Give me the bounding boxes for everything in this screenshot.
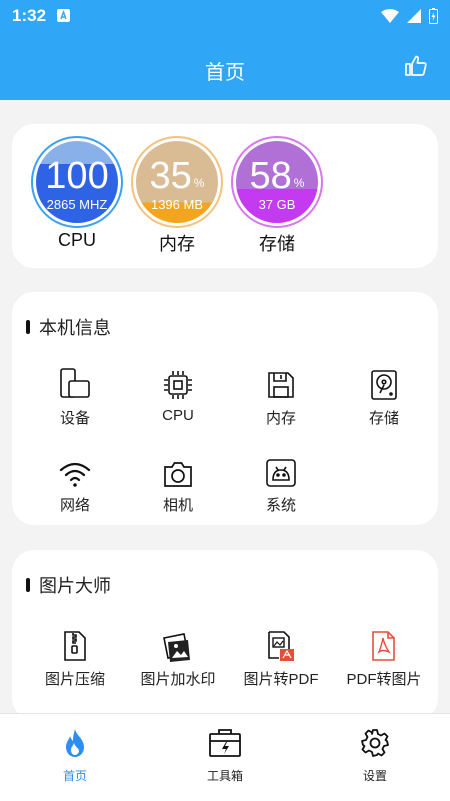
image-to-pdf-label: 图片转PDF xyxy=(243,671,319,688)
status-bar: 1:32 xyxy=(0,0,450,32)
cpu-item-label: CPU xyxy=(162,407,194,424)
image-compress-item[interactable]: 图片压缩 xyxy=(25,626,125,689)
network-item-label: 网络 xyxy=(59,497,90,514)
device-icon xyxy=(25,365,125,401)
storage-gauge-value: 58 xyxy=(249,155,292,197)
cpu-gauge-detail: 2865 MHZ xyxy=(46,197,108,212)
memory-save-icon xyxy=(231,365,331,401)
wifi-icon xyxy=(25,452,125,488)
android-icon xyxy=(231,452,331,488)
memory-gauge-label: 内存 xyxy=(159,234,195,254)
camera-icon xyxy=(128,452,228,488)
device-info-card: 本机信息 设备 CPU 内存 存储 网络 相机 系统 xyxy=(12,292,438,525)
device-info-title: 本机信息 xyxy=(26,314,111,340)
page-title: 首页 xyxy=(205,62,245,84)
image-compress-label: 图片压缩 xyxy=(44,671,105,688)
storage-gauge-value-row: 58% xyxy=(236,157,318,202)
cpu-gauge-ring: 100 2865 MHZ xyxy=(31,136,123,228)
camera-item-label: 相机 xyxy=(162,497,193,514)
gear-icon xyxy=(361,729,389,757)
battery-icon xyxy=(429,8,438,24)
memory-item[interactable]: 内存 xyxy=(231,365,331,428)
image-tools-title-text: 图片大师 xyxy=(39,576,111,596)
like-button[interactable] xyxy=(404,54,428,83)
title-accent-bar xyxy=(26,320,30,334)
watermark-icon xyxy=(128,626,228,662)
zip-file-icon xyxy=(25,626,125,662)
memory-item-label: 内存 xyxy=(265,410,296,427)
image-tools-title: 图片大师 xyxy=(26,572,111,598)
thumbs-up-icon xyxy=(405,55,427,76)
memory-gauge-ring: 35% 1396 MB xyxy=(131,136,223,228)
memory-gauge-unit: % xyxy=(193,176,205,190)
cpu-gauge-fill: 100 2865 MHZ xyxy=(36,141,118,223)
storage-gauge-unit: % xyxy=(293,176,305,190)
cpu-gauge-value-row: 100 xyxy=(36,157,118,195)
image-watermark-item[interactable]: 图片加水印 xyxy=(128,626,228,689)
device-item[interactable]: 设备 xyxy=(25,365,125,428)
nav-settings-label: 设置 xyxy=(362,769,387,783)
network-item[interactable]: 网络 xyxy=(25,452,125,515)
pdf-to-image-icon xyxy=(334,626,434,662)
toolbox-icon xyxy=(209,729,241,757)
nav-toolbox-label: 工具箱 xyxy=(206,769,243,783)
cpu-gauge-value: 100 xyxy=(45,155,109,197)
hard-disk-icon xyxy=(334,365,434,401)
signal-icon xyxy=(407,9,421,23)
image-to-pdf-icon xyxy=(231,626,331,662)
memory-gauge-detail: 1396 MB xyxy=(150,197,204,212)
wifi-status-icon xyxy=(381,9,399,23)
image-tools-card: 图片大师 图片压缩 图片加水印 图片转PDF PDF转图片 xyxy=(12,550,438,720)
device-item-label: 设备 xyxy=(59,410,90,427)
nav-settings[interactable]: 设置 xyxy=(330,728,420,784)
memory-gauge-fill: 35% 1396 MB xyxy=(136,141,218,223)
memory-gauge[interactable]: 35% 1396 MB 内存 xyxy=(131,136,223,256)
cpu-gauge-label: CPU xyxy=(57,230,96,250)
pdf-to-image-item[interactable]: PDF转图片 xyxy=(334,626,434,689)
system-item[interactable]: 系统 xyxy=(231,452,331,515)
image-watermark-label: 图片加水印 xyxy=(140,671,216,688)
storage-item-label: 存储 xyxy=(368,410,399,427)
title-accent-bar xyxy=(26,578,30,592)
nav-home-label: 首页 xyxy=(62,769,87,783)
memory-gauge-value: 35 xyxy=(149,155,192,197)
nav-home[interactable]: 首页 xyxy=(30,728,120,784)
storage-gauge[interactable]: 58% 37 GB 存储 xyxy=(231,136,323,256)
flame-icon xyxy=(66,729,84,757)
storage-gauge-detail: 37 GB xyxy=(258,197,296,212)
memory-gauge-value-row: 35% xyxy=(136,157,218,202)
usage-card: 100 2865 MHZ CPU 35% 1396 MB 内存 58% 37 G… xyxy=(12,124,438,268)
storage-item[interactable]: 存储 xyxy=(334,365,434,428)
cpu-gauge[interactable]: 100 2865 MHZ CPU xyxy=(31,136,123,251)
camera-item[interactable]: 相机 xyxy=(128,452,228,515)
storage-gauge-fill: 58% 37 GB xyxy=(236,141,318,223)
cpu-chip-icon xyxy=(128,365,228,401)
notification-icon xyxy=(57,9,70,22)
storage-gauge-label: 存储 xyxy=(259,234,295,254)
device-info-title-text: 本机信息 xyxy=(39,318,111,338)
image-to-pdf-item[interactable]: 图片转PDF xyxy=(231,626,331,689)
pdf-to-image-label: PDF转图片 xyxy=(346,671,422,688)
cpu-item[interactable]: CPU xyxy=(128,365,228,424)
app-bar: 首页 xyxy=(0,32,450,100)
storage-gauge-ring: 58% 37 GB xyxy=(231,136,323,228)
status-time: 1:32 xyxy=(12,6,47,25)
system-item-label: 系统 xyxy=(265,497,296,514)
bottom-navigation: 首页 工具箱 设置 xyxy=(0,713,450,801)
nav-toolbox[interactable]: 工具箱 xyxy=(180,728,270,784)
